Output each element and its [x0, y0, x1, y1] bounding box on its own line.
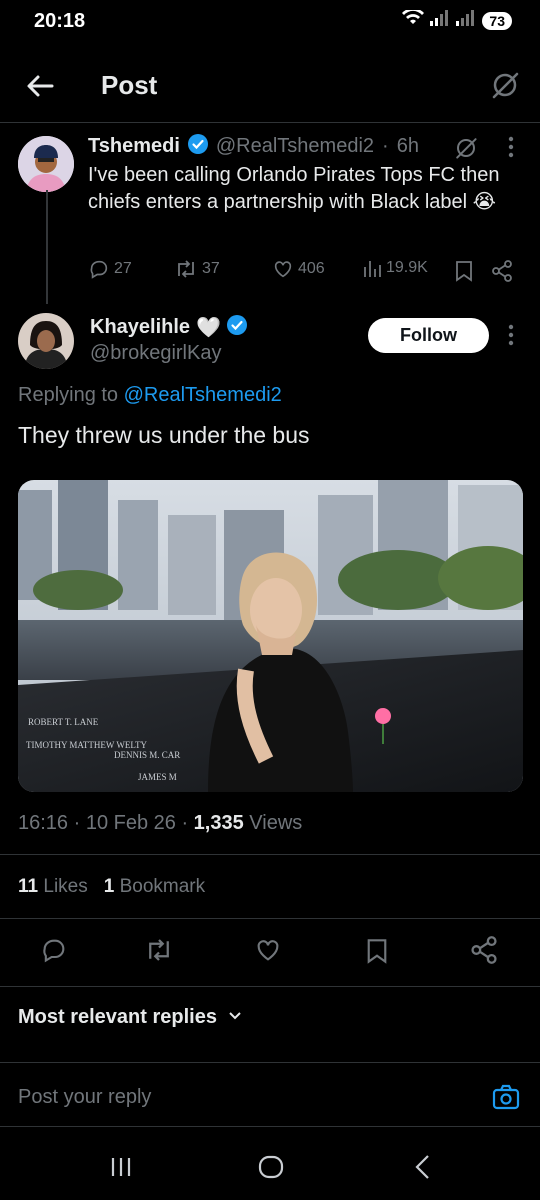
view-count: 19.9K — [386, 259, 428, 276]
reply-count: 27 — [114, 260, 132, 277]
reply-composer: Post your reply — [0, 1062, 540, 1128]
views-label: Views — [249, 812, 303, 834]
replying-to-link[interactable]: @RealTshemedi2 — [124, 384, 282, 406]
post-meta: 16:16 · 10 Feb 26 · 1,335 Views — [18, 812, 302, 835]
divider — [0, 918, 540, 919]
engagement-stats: 11 Likes 1 Bookmark — [18, 876, 205, 898]
crying-emoji: 😭 — [472, 191, 497, 213]
back-arrow-icon[interactable] — [22, 68, 58, 104]
bookmarks-label: Bookmark — [119, 876, 206, 897]
divider — [0, 854, 540, 855]
post-time: 6h — [396, 135, 419, 157]
divider — [0, 1126, 540, 1127]
author-name[interactable]: Tshemedi — [88, 135, 180, 158]
separator-dot: · — [382, 135, 389, 157]
bookmarks-count: 1 — [103, 876, 115, 897]
views-icon — [364, 261, 381, 277]
home-icon[interactable] — [258, 1155, 284, 1184]
engraved-name: TIMOTHY MATTHEW WELTY — [26, 740, 147, 750]
grok-icon[interactable] — [454, 136, 478, 165]
author-handle[interactable]: @brokegirlKay — [90, 342, 221, 365]
verified-badge-icon — [187, 134, 208, 159]
follow-button[interactable]: Follow — [368, 318, 489, 353]
engraved-name: JAMES M — [138, 772, 177, 782]
author-handle[interactable]: @RealTshemedi2 — [216, 135, 374, 158]
likes-label: Likes — [43, 876, 88, 897]
camera-icon[interactable] — [492, 1084, 520, 1115]
chevron-down-icon — [227, 1007, 243, 1028]
status-bar: 20:18 73 — [0, 0, 540, 44]
author-name[interactable]: Khayelihle — [90, 316, 190, 339]
like-button[interactable]: 406 — [272, 258, 325, 280]
battery-badge: 73 — [482, 11, 512, 30]
views-count: 1,335 — [193, 812, 244, 834]
page-title: Post — [101, 70, 158, 100]
back-nav-icon[interactable] — [414, 1154, 432, 1185]
engraved-name: DENNIS M. CAR — [114, 750, 180, 760]
white-heart-emoji: 🤍 — [196, 317, 221, 339]
parent-action-bar: 27 37 406 19.9K — [88, 258, 518, 284]
share-icon[interactable] — [491, 260, 513, 287]
reply-input[interactable]: Post your reply — [18, 1086, 151, 1109]
like-count: 406 — [298, 260, 325, 277]
post-timestamp: 16:16 · 10 Feb 26 · — [18, 812, 194, 834]
post-text: I've been calling Orlando Pirates Tops F… — [88, 162, 513, 216]
verified-badge-icon — [226, 315, 247, 340]
system-nav-bar — [0, 1128, 540, 1200]
reply-icon — [90, 260, 108, 279]
post-text: They threw us under the bus — [18, 422, 310, 448]
top-app-bar: Post — [0, 56, 540, 116]
likes-count: 11 — [18, 876, 39, 897]
bookmark-icon[interactable] — [366, 938, 388, 964]
recent-apps-icon[interactable] — [110, 1156, 132, 1183]
grok-icon[interactable] — [490, 70, 520, 100]
replies-sort-dropdown[interactable]: Most relevant replies — [18, 1006, 243, 1029]
heart-icon — [274, 261, 292, 278]
likes-stat[interactable]: 11 Likes — [18, 876, 88, 898]
post-body: I've been calling Orlando Pirates Tops F… — [88, 164, 500, 213]
reply-icon[interactable] — [40, 936, 68, 964]
post-photo[interactable]: ROBERT T. LANE TIMOTHY MATTHEW WELTY DEN… — [18, 480, 523, 792]
divider — [0, 122, 540, 123]
repost-count: 37 — [202, 260, 220, 277]
parent-post-header: Tshemedi @RealTshemedi2 · 6h — [88, 134, 419, 159]
heart-icon[interactable] — [254, 936, 282, 964]
replying-to: Replying to @RealTshemedi2 — [18, 384, 282, 407]
divider — [0, 986, 540, 987]
wifi-icon — [402, 8, 425, 31]
main-post-header: Khayelihle 🤍 — [90, 315, 247, 340]
views-button[interactable]: 19.9K — [362, 258, 428, 278]
avatar[interactable] — [18, 136, 74, 192]
status-time: 20:18 — [34, 10, 86, 32]
more-options-icon[interactable] — [508, 136, 514, 163]
bookmark-icon[interactable] — [455, 260, 473, 287]
status-icons: 73 — [402, 8, 512, 31]
signal-icon — [430, 10, 450, 31]
signal-icon-2 — [456, 10, 476, 31]
share-icon[interactable] — [470, 936, 498, 964]
replies-sort-label: Most relevant replies — [18, 1006, 217, 1028]
avatar[interactable] — [18, 313, 74, 369]
main-action-bar — [0, 932, 540, 972]
engraved-name: ROBERT T. LANE — [28, 717, 99, 727]
replying-prefix: Replying to — [18, 384, 119, 406]
thread-connector — [46, 190, 48, 304]
repost-icon — [178, 260, 194, 278]
reply-button[interactable]: 27 — [88, 258, 132, 280]
repost-button[interactable]: 37 — [174, 258, 220, 280]
bookmarks-stat[interactable]: 1 Bookmark — [104, 876, 205, 898]
more-options-icon[interactable] — [508, 324, 514, 351]
repost-icon[interactable] — [144, 936, 174, 964]
